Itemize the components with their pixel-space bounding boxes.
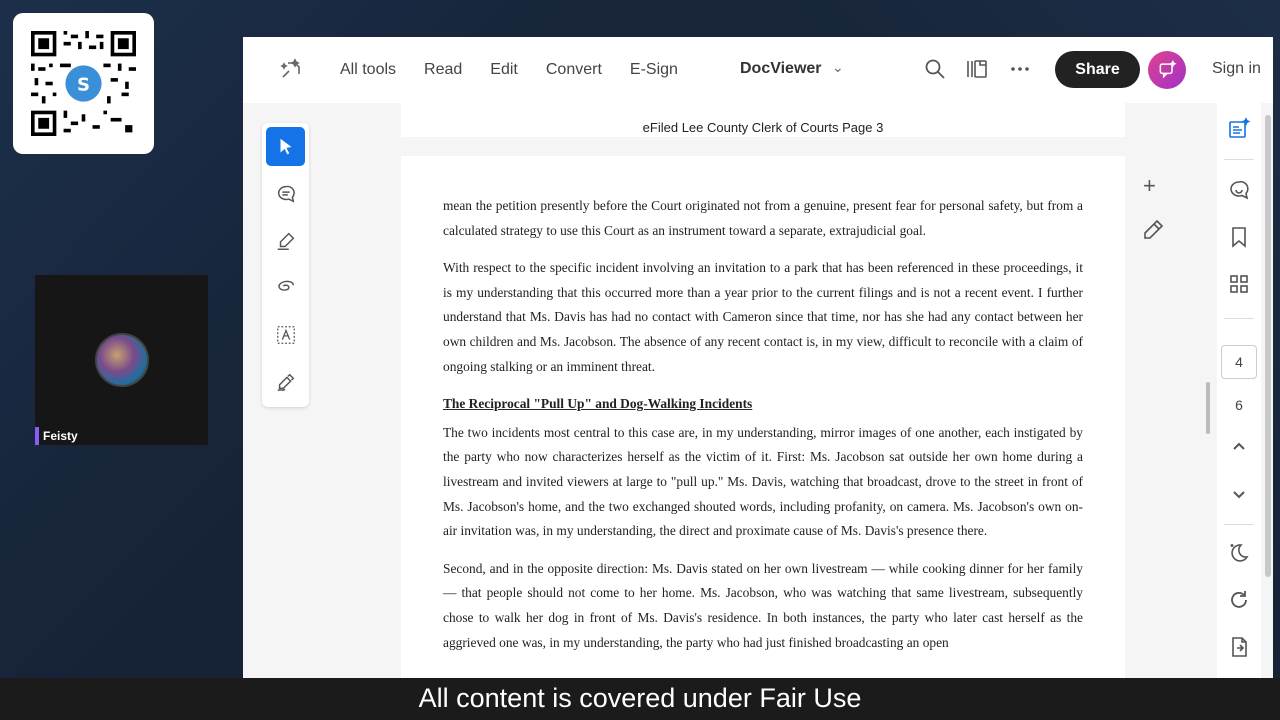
annotation-tools-panel — [262, 123, 309, 407]
comments-panel-icon[interactable] — [1227, 178, 1251, 202]
avatar — [95, 333, 149, 387]
pencil-icon[interactable] — [1141, 218, 1165, 242]
search-icon[interactable] — [923, 57, 947, 81]
freehand-icon — [277, 280, 294, 291]
caption-bar: All content is covered under Fair Use — [0, 678, 1280, 720]
section-heading: The Reciprocal "Pull Up" and Dog-Walking… — [443, 396, 753, 412]
page-view-icon[interactable] — [965, 57, 989, 81]
export-file-icon[interactable] — [1227, 635, 1251, 659]
chat-badge-icon[interactable] — [1148, 51, 1186, 89]
select-tool[interactable] — [266, 127, 305, 166]
chevron-down-icon[interactable] — [1227, 482, 1251, 506]
nav-read[interactable]: Read — [424, 61, 462, 79]
rotate-icon[interactable] — [1227, 588, 1251, 612]
qr-code-icon: S — [31, 31, 136, 136]
participant-name: Feisty — [35, 427, 78, 445]
dark-mode-icon[interactable] — [1227, 541, 1251, 565]
highlight-tool[interactable] — [266, 221, 305, 260]
main-scrollbar[interactable] — [1265, 115, 1271, 577]
signature-icon — [277, 373, 294, 391]
main-nav: All tools Read Edit Convert E-Sign — [340, 37, 678, 103]
top-toolbar: All tools Read Edit Convert E-Sign DocVi… — [243, 37, 1273, 103]
divider — [1224, 318, 1254, 319]
total-pages: 6 — [1235, 397, 1243, 413]
chevron-up-icon[interactable] — [1227, 435, 1251, 459]
sign-in-link[interactable]: Sign in — [1212, 60, 1261, 78]
current-page-input[interactable]: 4 — [1221, 345, 1257, 379]
svg-text:S: S — [77, 75, 90, 96]
document-title[interactable]: DocViewer — [740, 60, 822, 78]
text-box-tool[interactable] — [266, 315, 305, 354]
bookmark-icon[interactable] — [1227, 225, 1251, 249]
divider — [1224, 159, 1254, 160]
cursor-icon — [280, 138, 291, 154]
page-scroll-thumb[interactable] — [1206, 382, 1210, 434]
participant-video-tile: Feisty — [35, 275, 208, 445]
pdf-viewer-window: All tools Read Edit Convert E-Sign DocVi… — [243, 37, 1273, 678]
more-options-icon[interactable] — [1008, 57, 1032, 81]
draw-tool[interactable] — [266, 268, 305, 307]
right-sidebar: 4 6 — [1217, 103, 1261, 678]
comment-icon — [277, 185, 295, 203]
nav-e-sign[interactable]: E-Sign — [630, 61, 678, 79]
paragraph: mean the petition presently before the C… — [443, 198, 1083, 238]
paragraph: With respect to the specific incident in… — [443, 260, 1083, 374]
comment-tool[interactable] — [266, 174, 305, 213]
thumbnails-icon[interactable] — [1227, 272, 1251, 296]
paragraph: Second, and in the opposite direction: M… — [443, 560, 1083, 650]
ai-summary-icon[interactable] — [1227, 117, 1251, 141]
document-page: mean the petition presently before the C… — [401, 156, 1125, 678]
page-header: eFiled Lee County Clerk of Courts Page 3 — [401, 103, 1125, 137]
nav-all-tools[interactable]: All tools — [340, 61, 396, 79]
share-button[interactable]: Share — [1055, 51, 1140, 88]
qr-code: S — [13, 13, 154, 154]
ai-assistant-icon[interactable] — [279, 57, 303, 81]
nav-edit[interactable]: Edit — [490, 61, 518, 79]
chevron-down-icon[interactable]: ⌄ — [832, 59, 844, 76]
paragraph: The two incidents most central to this c… — [443, 424, 1083, 539]
sign-tool[interactable] — [266, 362, 305, 401]
highlighter-icon — [277, 232, 294, 250]
nav-convert[interactable]: Convert — [546, 61, 602, 79]
divider — [1224, 524, 1254, 525]
text-box-icon — [276, 325, 295, 344]
add-icon[interactable]: + — [1143, 173, 1156, 199]
